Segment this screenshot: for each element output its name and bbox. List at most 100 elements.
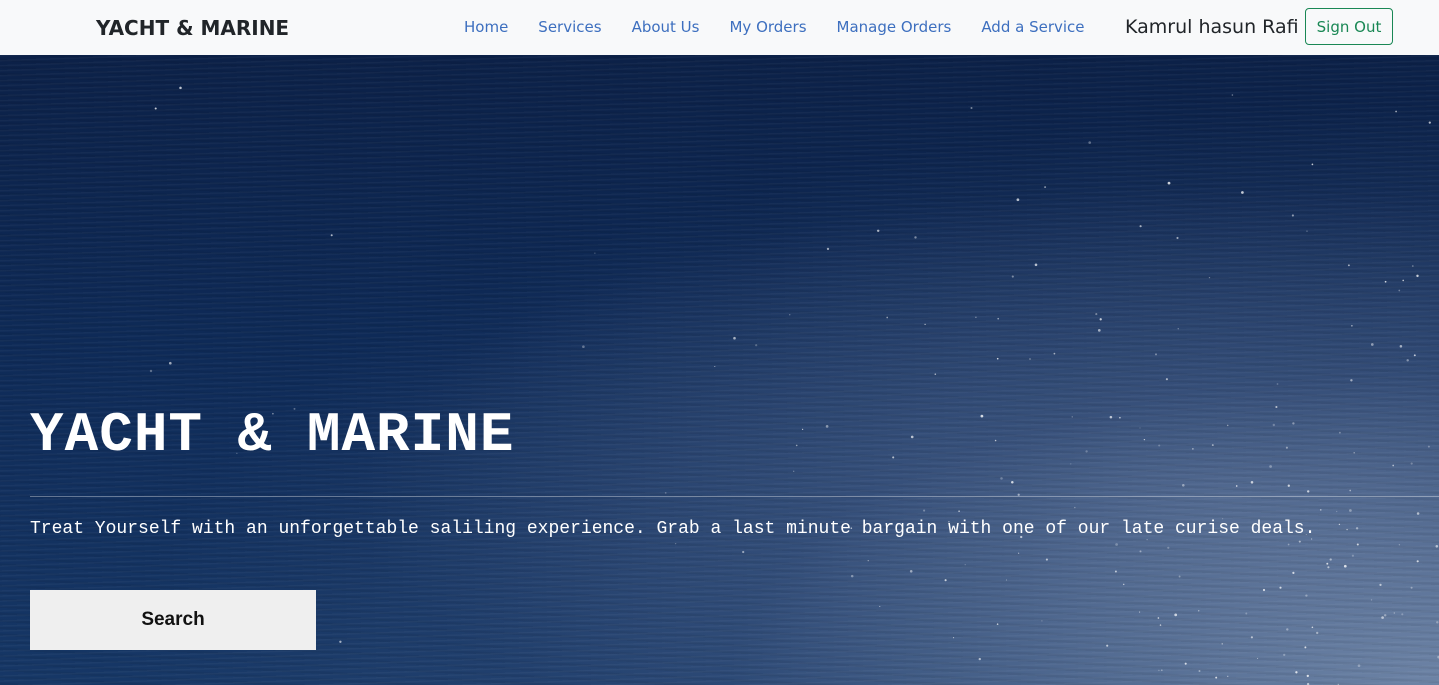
water-glint (1182, 484, 1185, 487)
water-glint (1286, 628, 1289, 631)
water-glint (1053, 352, 1056, 355)
nav-link-services[interactable]: Services (538, 18, 601, 36)
water-glint (958, 510, 960, 513)
water-glint (1353, 452, 1355, 454)
water-glint (1349, 489, 1352, 492)
nav-link-about-us[interactable]: About Us (632, 18, 700, 36)
water-glint (996, 357, 999, 360)
water-glint (1221, 643, 1223, 645)
nav-link-add-service[interactable]: Add a Service (981, 18, 1084, 36)
water-glint (1306, 674, 1309, 678)
user-name: Kamrul hasun Rafi (1125, 16, 1299, 38)
navbar: YACHT & MARINE Home Services About Us My… (0, 0, 1439, 55)
water-glint (1070, 463, 1072, 465)
water-glint (1346, 528, 1348, 531)
water-glint (924, 323, 926, 326)
water-glint (793, 470, 795, 472)
water-glint (1306, 230, 1308, 232)
water-glint (1178, 575, 1181, 578)
water-glint (1097, 329, 1101, 332)
water-glint (1410, 462, 1413, 465)
search-button[interactable]: Search (30, 590, 316, 650)
water-glint (826, 247, 830, 251)
water-glint (1045, 558, 1048, 561)
hero-divider (30, 496, 1439, 497)
water-glint (1176, 236, 1179, 240)
water-glint (1159, 624, 1162, 626)
water-glint (909, 570, 913, 573)
water-glint (1114, 570, 1117, 573)
water-glint (934, 373, 937, 375)
water-glint (1034, 263, 1038, 267)
water-glint (1177, 328, 1179, 330)
water-glint (892, 456, 895, 459)
water-glint (879, 605, 881, 607)
water-glint (1399, 345, 1403, 348)
water-glint (1306, 490, 1310, 493)
water-glint (1250, 481, 1254, 484)
water-glint (1071, 416, 1073, 418)
water-glint (1085, 450, 1088, 453)
water-glint (1005, 579, 1008, 581)
water-glint (1276, 383, 1279, 385)
water-glint (795, 444, 798, 447)
water-glint (1275, 405, 1278, 409)
water-glint (1245, 612, 1248, 615)
water-glint (1165, 378, 1168, 381)
water-glint (594, 252, 596, 254)
water-glint (1355, 527, 1359, 530)
nav-link-home[interactable]: Home (464, 18, 508, 36)
hero-banner: YACHT & MARINE Treat Yourself with an un… (0, 55, 1439, 685)
water-glint (1198, 670, 1201, 672)
water-glint (1402, 279, 1405, 282)
water-glint (1350, 379, 1353, 382)
water-glint (1139, 550, 1142, 553)
water-glint (1338, 523, 1341, 526)
nav-links: Home Services About Us My Orders Manage … (464, 18, 1115, 36)
water-glint (1158, 444, 1161, 447)
water-glint (1305, 594, 1308, 597)
water-glint (1413, 354, 1416, 357)
water-glint (1184, 662, 1187, 665)
water-glint (1326, 562, 1329, 565)
water-glint (1392, 464, 1395, 467)
water-glint (1029, 358, 1031, 360)
hero-description: Treat Yourself with an unforgettable sal… (30, 519, 1316, 539)
water-glint (1411, 265, 1414, 267)
water-glint (582, 345, 585, 349)
water-glint (980, 414, 984, 418)
water-glint (1398, 289, 1401, 292)
water-glint (1383, 614, 1387, 617)
water-glint (1311, 163, 1314, 166)
water-glint (953, 637, 955, 639)
water-glint (914, 236, 917, 239)
water-glint (1139, 427, 1141, 429)
water-glint (1122, 583, 1125, 586)
water-glint (1336, 510, 1338, 513)
water-glint (978, 657, 981, 661)
water-glint (867, 560, 869, 562)
water-glint (1287, 484, 1290, 487)
water-glint (1154, 353, 1158, 356)
water-glint (996, 623, 999, 625)
nav-link-manage-orders[interactable]: Manage Orders (837, 18, 952, 36)
nav-link-my-orders[interactable]: My Orders (729, 18, 806, 36)
sign-out-button[interactable]: Sign Out (1305, 8, 1393, 45)
water-glint (1291, 214, 1294, 217)
water-glint (876, 229, 880, 233)
water-glint (664, 492, 667, 494)
water-glint (1410, 586, 1413, 589)
water-glint (1379, 583, 1382, 587)
water-glint (1227, 675, 1229, 677)
water-glint (1320, 509, 1322, 511)
water-glint (1139, 225, 1142, 228)
brand-logo[interactable]: YACHT & MARINE (96, 16, 289, 40)
water-glint (1292, 422, 1295, 425)
water-glint (1011, 480, 1014, 484)
water-glint (1160, 669, 1163, 672)
water-glint (1357, 664, 1361, 668)
water-glint (1343, 564, 1347, 568)
water-glint (1269, 465, 1272, 468)
hero-title: YACHT & MARINE (30, 403, 515, 467)
water-glint (997, 317, 1000, 320)
